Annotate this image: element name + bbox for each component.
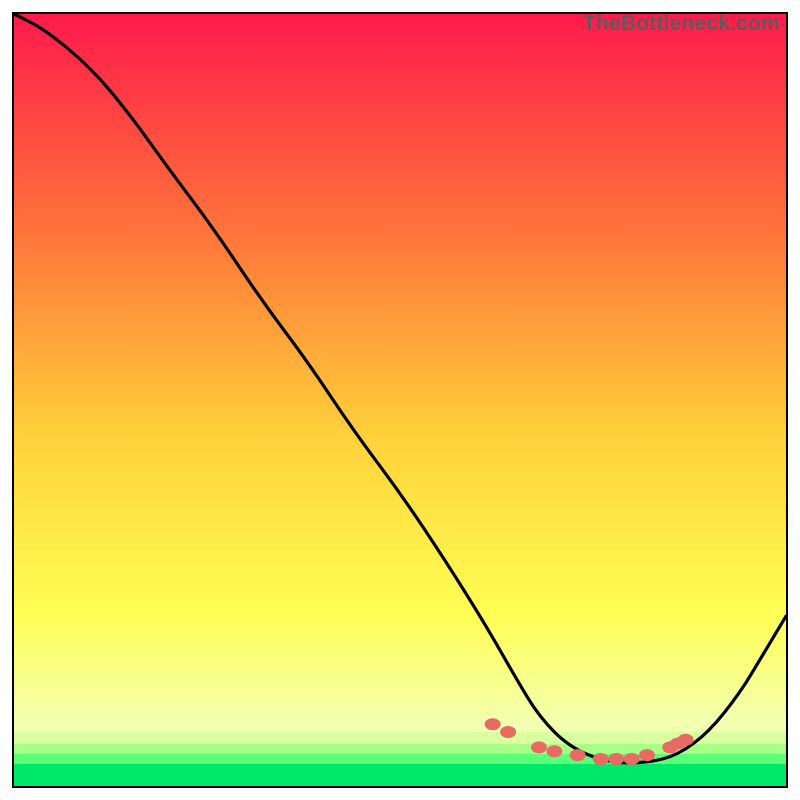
optimal-dot xyxy=(593,753,609,765)
bottleneck-curve-layer xyxy=(14,14,786,786)
optimal-dot xyxy=(639,749,655,761)
bottleneck-curve xyxy=(14,14,786,763)
optimal-dot xyxy=(608,753,624,765)
optimal-dot xyxy=(570,749,586,761)
optimal-dot xyxy=(624,753,640,765)
optimal-dot xyxy=(678,734,694,746)
plot-frame: TheBottleneck.com xyxy=(12,12,788,788)
optimal-dot xyxy=(500,726,516,738)
optimal-dot xyxy=(531,741,547,753)
optimal-dot xyxy=(485,718,501,730)
chart-root: { "watermark": "TheBottleneck.com", "col… xyxy=(0,0,800,800)
optimal-dot xyxy=(546,745,562,757)
